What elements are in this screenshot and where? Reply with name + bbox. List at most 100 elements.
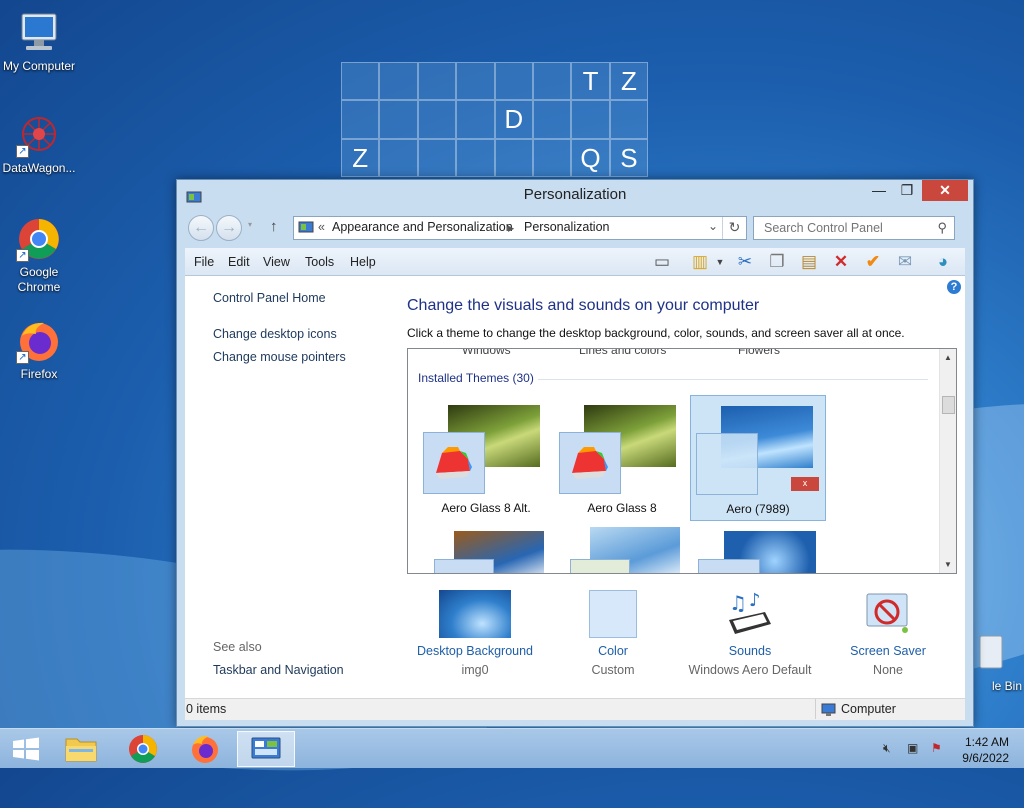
grid-cell: Q (571, 138, 610, 178)
desktop-icon-chrome[interactable]: ↗ Google Chrome (0, 216, 79, 295)
screen-saver-item[interactable]: Screen Saver None (813, 590, 963, 677)
menu-help[interactable]: Help (350, 255, 376, 269)
color-link[interactable]: Color (538, 644, 688, 658)
themes-scrollbar[interactable]: ▲ ▼ (939, 349, 956, 573)
clock-date: 9/6/2022 (962, 751, 1009, 765)
search-box[interactable]: ⚲ (753, 216, 955, 240)
check-icon[interactable]: ✔ (861, 251, 885, 273)
grid-cell (456, 138, 495, 178)
sounds-item[interactable]: ♫ ♪ Sounds Windows Aero Default (675, 590, 825, 677)
mail-icon[interactable]: ✉ (893, 251, 917, 273)
menu-file[interactable]: File (194, 255, 214, 269)
desktop-icon-label: DataWagon... (2, 161, 76, 175)
theme-tile-partial[interactable] (570, 527, 680, 573)
forward-button[interactable]: → (216, 215, 242, 241)
theme-tile-aero-7989[interactable]: x Aero (7989) (690, 395, 826, 521)
status-bar: 0 items Computer (185, 698, 965, 720)
theme-tile-partial[interactable] (698, 531, 818, 573)
up-arrow-icon[interactable]: ↑ (270, 218, 278, 235)
start-button[interactable] (0, 731, 52, 767)
theme-label: Aero (7989) (726, 502, 790, 516)
taskbar-firefox[interactable] (179, 731, 231, 767)
paste-icon[interactable]: ▤ (797, 251, 821, 273)
layout-pane-icon[interactable]: ▭ (650, 251, 674, 273)
breadcrumb-separator-icon[interactable]: ▸ (508, 220, 514, 235)
page-title: Change the visuals and sounds on your co… (407, 297, 760, 314)
grid-cell: T (571, 62, 610, 101)
menu-view[interactable]: View (263, 255, 290, 269)
breadcrumb-overflow[interactable]: « (318, 220, 325, 234)
grid-cell: D (494, 100, 533, 139)
taskbar-chrome[interactable] (117, 731, 169, 767)
action-center-flag-icon[interactable]: ⚑ (931, 741, 942, 755)
theme-tile-aero-glass-8-alt[interactable]: Aero Glass 8 Alt. (418, 395, 554, 521)
desktop-icon-my-computer[interactable]: My Computer (0, 10, 79, 74)
grid-cell (494, 62, 533, 101)
refresh-icon[interactable]: ↻ (722, 217, 746, 239)
color-item[interactable]: Color Custom (538, 590, 688, 677)
desktop-background-link[interactable]: Desktop Background (400, 644, 550, 658)
themes-list[interactable]: Windows Lines and colors Flowers Install… (407, 348, 957, 574)
change-mouse-pointers-link[interactable]: Change mouse pointers (213, 350, 346, 364)
copy-icon[interactable]: ❐ (765, 251, 789, 273)
control-panel-home-link[interactable]: Control Panel Home (213, 291, 326, 305)
desktop-icon-firefox[interactable]: ↗ Firefox (0, 318, 79, 382)
network-icon[interactable]: ▣ (907, 741, 918, 755)
nav-buttons: ← → (188, 215, 246, 241)
search-icon[interactable]: ⚲ (937, 220, 947, 236)
recent-pages-icon[interactable]: ▾ (248, 220, 252, 229)
clock-time: 1:42 AM (964, 735, 1009, 749)
theme-tile-partial[interactable] (434, 527, 544, 573)
taskbar-navigation-link[interactable]: Taskbar and Navigation (213, 663, 344, 677)
menu-tools[interactable]: Tools (305, 255, 334, 269)
control-panel-icon (186, 186, 202, 203)
change-desktop-icons-link[interactable]: Change desktop icons (213, 327, 337, 341)
grid-cell (341, 62, 380, 101)
screen-saver-link[interactable]: Screen Saver (813, 644, 963, 658)
chrome-icon (129, 735, 157, 763)
close-button[interactable]: ✕ (922, 180, 968, 201)
delete-icon[interactable]: ✕ (829, 251, 853, 273)
maximize-button[interactable]: ❐ (893, 180, 921, 201)
theme-color-preview (423, 432, 485, 494)
firefox-icon: ↗ (16, 318, 62, 364)
grid-cell: S (609, 138, 649, 178)
grid-cell: Z (609, 62, 649, 101)
clock[interactable]: 1:42 AM 9/6/2022 (962, 734, 1009, 766)
search-input[interactable] (762, 220, 932, 236)
color-swatch (589, 590, 637, 638)
cut-icon[interactable]: ✂ (733, 251, 757, 273)
scroll-up-icon[interactable]: ▲ (940, 353, 956, 362)
help-icon[interactable]: ? (947, 280, 961, 294)
screen-saver-value: None (873, 663, 903, 677)
desktop-icon-datawagon[interactable]: ↗ DataWagon... (0, 112, 79, 176)
back-button[interactable]: ← (188, 215, 214, 241)
taskbar-control-panel-active[interactable] (237, 731, 295, 767)
scroll-down-icon[interactable]: ▼ (940, 560, 956, 569)
theme-tile-aero-glass-8[interactable]: Aero Glass 8 (554, 395, 690, 521)
personalization-window: Personalization — ❐ ✕ ← → ▾ ↑ « Appearan… (176, 179, 974, 727)
breadcrumb-personalization[interactable]: Personalization (524, 220, 609, 234)
minimize-button[interactable]: — (865, 180, 893, 201)
grid-cell (379, 62, 418, 101)
title-bar[interactable]: Personalization — ❐ ✕ (177, 180, 973, 210)
address-bar[interactable]: « Appearance and Personalization ▸ Perso… (293, 216, 747, 240)
scroll-thumb[interactable] (942, 396, 955, 414)
volume-muted-icon[interactable]: 🔇︎ (883, 741, 891, 756)
address-dropdown-icon[interactable]: ⌄ (708, 219, 718, 233)
grid-cell (494, 138, 533, 178)
taskbar-file-explorer[interactable] (55, 731, 107, 767)
grid-cell (571, 100, 610, 139)
properties-dropdown-icon[interactable]: ▼ (708, 251, 732, 273)
screen-saver-icon (863, 590, 913, 638)
svg-text:♪: ♪ (749, 590, 761, 611)
sounds-link[interactable]: Sounds (675, 644, 825, 658)
menu-edit[interactable]: Edit (228, 255, 250, 269)
shortcut-arrow-icon: ↗ (16, 351, 29, 364)
breadcrumb-appearance[interactable]: Appearance and Personalization (332, 220, 513, 234)
theme-color-preview (696, 433, 758, 495)
grid-cell (532, 138, 572, 178)
color-value: Custom (591, 663, 635, 677)
globe-icon[interactable]: ◕ (931, 251, 955, 273)
desktop-background-item[interactable]: Desktop Background img0 (400, 590, 550, 677)
